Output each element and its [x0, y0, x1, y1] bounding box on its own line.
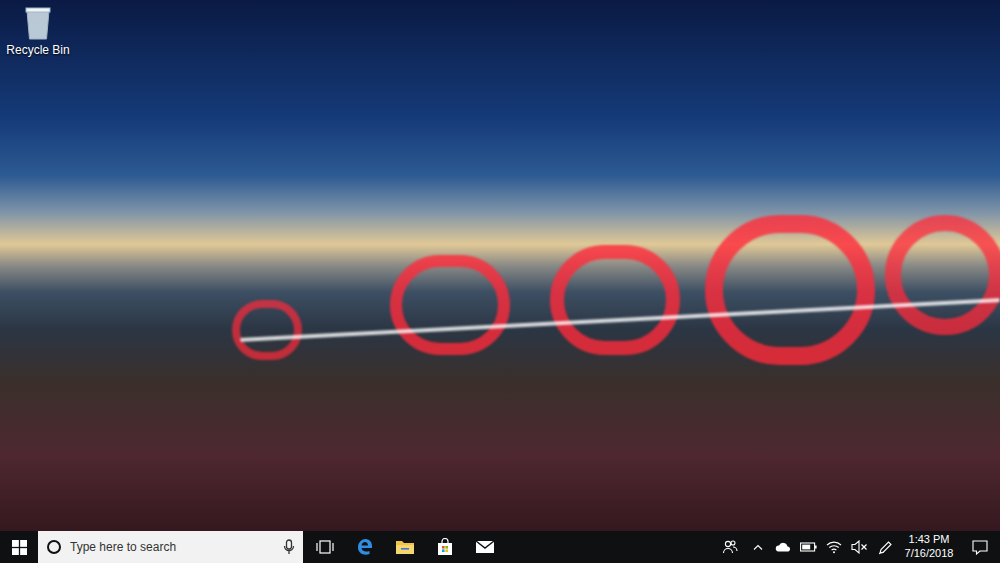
- pinned-apps: [303, 531, 505, 563]
- people-icon: [722, 539, 738, 555]
- wifi-icon: [826, 540, 842, 554]
- store-bag-icon: [436, 538, 454, 556]
- mail-button[interactable]: [465, 531, 505, 563]
- edge-button[interactable]: [345, 531, 385, 563]
- folder-icon: [395, 539, 415, 555]
- onedrive-button[interactable]: [771, 531, 796, 563]
- desktop-icons: Recycle Bin: [2, 4, 74, 58]
- store-button[interactable]: [425, 531, 465, 563]
- wallpaper-swirl: [550, 245, 680, 355]
- recycle-bin-icon: [22, 5, 54, 41]
- desktop-icon[interactable]: Recycle Bin: [2, 4, 74, 58]
- clock[interactable]: 1:43 PM 7/16/2018: [898, 531, 960, 563]
- windows-logo-icon: [12, 540, 27, 555]
- cloud-icon: [775, 542, 792, 552]
- people-button[interactable]: [715, 531, 745, 563]
- clock-date: 7/16/2018: [905, 547, 954, 561]
- pen-icon: [878, 540, 893, 555]
- search-box[interactable]: [38, 531, 303, 563]
- battery-button[interactable]: [796, 531, 821, 563]
- file-explorer-button[interactable]: [385, 531, 425, 563]
- network-button[interactable]: [821, 531, 846, 563]
- wallpaper-swirl: [232, 300, 302, 360]
- wallpaper-swirl: [885, 215, 1000, 335]
- cortana-icon: [46, 539, 62, 555]
- start-button[interactable]: [0, 531, 38, 563]
- search-input[interactable]: [70, 538, 275, 556]
- microphone-icon[interactable]: [283, 539, 295, 555]
- action-center-button[interactable]: [960, 531, 1000, 563]
- wallpaper-swirl: [390, 255, 510, 355]
- desktop-icon-label: Recycle Bin: [6, 43, 69, 57]
- mail-icon: [475, 540, 495, 554]
- battery-icon: [800, 542, 817, 552]
- volume-button[interactable]: [846, 531, 872, 563]
- clock-time: 1:43 PM: [909, 533, 950, 547]
- desktop: Recycle Bin: [0, 0, 1000, 531]
- task-view-icon: [316, 540, 334, 554]
- pen-workspace-button[interactable]: [872, 531, 898, 563]
- chevron-up-icon: [753, 544, 763, 550]
- task-view-button[interactable]: [305, 531, 345, 563]
- edge-icon: [356, 538, 374, 556]
- speaker-icon: [851, 540, 868, 554]
- wallpaper-swirl: [705, 215, 875, 365]
- system-tray: 1:43 PM 7/16/2018: [715, 531, 1000, 563]
- screen: Recycle Bin: [0, 0, 1000, 563]
- wallpaper-light-trail: [240, 298, 999, 342]
- show-hidden-icons-button[interactable]: [745, 531, 771, 563]
- taskbar: 1:43 PM 7/16/2018: [0, 531, 1000, 563]
- notifications-icon: [972, 540, 988, 555]
